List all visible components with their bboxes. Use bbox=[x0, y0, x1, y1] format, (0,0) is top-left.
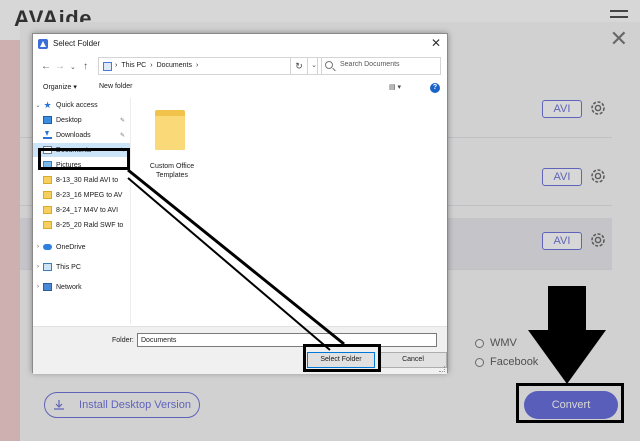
download-icon bbox=[43, 131, 52, 139]
search-box[interactable] bbox=[317, 57, 441, 75]
nav-item-downloads[interactable]: Downloads ✎ bbox=[33, 128, 130, 142]
folder-name-field[interactable] bbox=[137, 333, 437, 347]
folder-icon bbox=[43, 191, 52, 199]
nav-onedrive[interactable]: › OneDrive bbox=[33, 240, 130, 254]
network-icon bbox=[43, 283, 52, 291]
navigation-pane: ⌄ ★ Quick access Desktop ✎ Downloads ✎ D… bbox=[33, 98, 131, 324]
search-icon bbox=[325, 61, 333, 69]
organize-button[interactable]: Organize ▾ bbox=[43, 83, 77, 91]
folder-icon bbox=[43, 176, 52, 184]
navigation-bar: ← → ⌄ ↑ › This PC › Documents › ⌄ ↻ bbox=[33, 56, 447, 78]
dialog-title: Select Folder bbox=[53, 39, 101, 48]
nav-item-desktop[interactable]: Desktop ✎ bbox=[33, 113, 130, 127]
nav-item-folder[interactable]: 8-24_17 M4V to AVI bbox=[33, 203, 130, 217]
select-folder-dialog: Select Folder ✕ ← → ⌄ ↑ › This PC › Documen… bbox=[32, 33, 448, 374]
annotation-box-documents bbox=[38, 148, 130, 170]
nav-quick-access[interactable]: ⌄ ★ Quick access bbox=[33, 98, 130, 112]
nav-item-folder[interactable]: 8-23_16 MPEG to AV bbox=[33, 188, 130, 202]
nav-item-folder[interactable]: 8-13_30 Rald AVI to bbox=[33, 173, 130, 187]
resize-grip[interactable] bbox=[439, 366, 445, 372]
pin-icon: ✎ bbox=[119, 132, 125, 139]
chevron-right-icon[interactable]: › bbox=[33, 284, 43, 290]
back-arrow-icon[interactable]: ← bbox=[41, 61, 51, 72]
forward-arrow-icon[interactable]: → bbox=[55, 61, 65, 72]
close-icon[interactable]: ✕ bbox=[431, 36, 441, 50]
chevron-right-icon[interactable]: › bbox=[33, 264, 43, 270]
breadcrumb-documents[interactable]: Documents bbox=[157, 62, 192, 69]
chevron-down-icon[interactable]: ⌄ bbox=[33, 102, 43, 109]
nav-this-pc[interactable]: › This PC bbox=[33, 260, 130, 274]
desktop-icon bbox=[43, 116, 52, 124]
pc-icon bbox=[103, 62, 112, 71]
pin-icon: ✎ bbox=[119, 117, 125, 124]
address-bar[interactable]: › This PC › Documents › ⌄ bbox=[98, 57, 322, 75]
refresh-icon[interactable]: ↻ bbox=[290, 57, 308, 75]
cloud-icon bbox=[43, 244, 52, 250]
nav-item-folder[interactable]: 8-25_20 Rald SWF to bbox=[33, 218, 130, 232]
breadcrumb: › This PC › Documents › bbox=[115, 62, 199, 69]
annotation-box-select-folder bbox=[303, 344, 381, 372]
star-icon: ★ bbox=[43, 100, 52, 110]
annotation-box-convert bbox=[516, 383, 624, 423]
new-folder-button[interactable]: New folder bbox=[99, 83, 132, 90]
nav-network[interactable]: › Network bbox=[33, 280, 130, 294]
pc-icon bbox=[43, 263, 52, 271]
folder-content-area: Custom Office Templates bbox=[133, 98, 447, 324]
recent-chevron-icon[interactable]: ⌄ bbox=[70, 63, 76, 71]
view-options-icon[interactable]: ▤ ▾ bbox=[389, 83, 411, 93]
dialog-titlebar: Select Folder ✕ bbox=[33, 34, 447, 54]
up-arrow-icon[interactable]: ↑ bbox=[83, 61, 88, 72]
cancel-button[interactable]: Cancel bbox=[379, 352, 447, 368]
breadcrumb-this-pc[interactable]: This PC bbox=[121, 62, 146, 69]
app-icon bbox=[38, 39, 48, 49]
folder-icon bbox=[43, 221, 52, 229]
help-icon[interactable]: ? bbox=[430, 83, 440, 93]
folder-field-label: Folder: bbox=[112, 337, 134, 344]
chevron-right-icon[interactable]: › bbox=[33, 244, 43, 250]
folder-icon bbox=[43, 206, 52, 214]
dialog-footer: Folder: Select Folder Cancel bbox=[33, 326, 447, 374]
command-bar: Organize ▾ New folder ▤ ▾ ? bbox=[33, 80, 447, 96]
search-input[interactable] bbox=[340, 61, 436, 68]
folder-item-label[interactable]: Custom Office Templates bbox=[137, 162, 207, 180]
